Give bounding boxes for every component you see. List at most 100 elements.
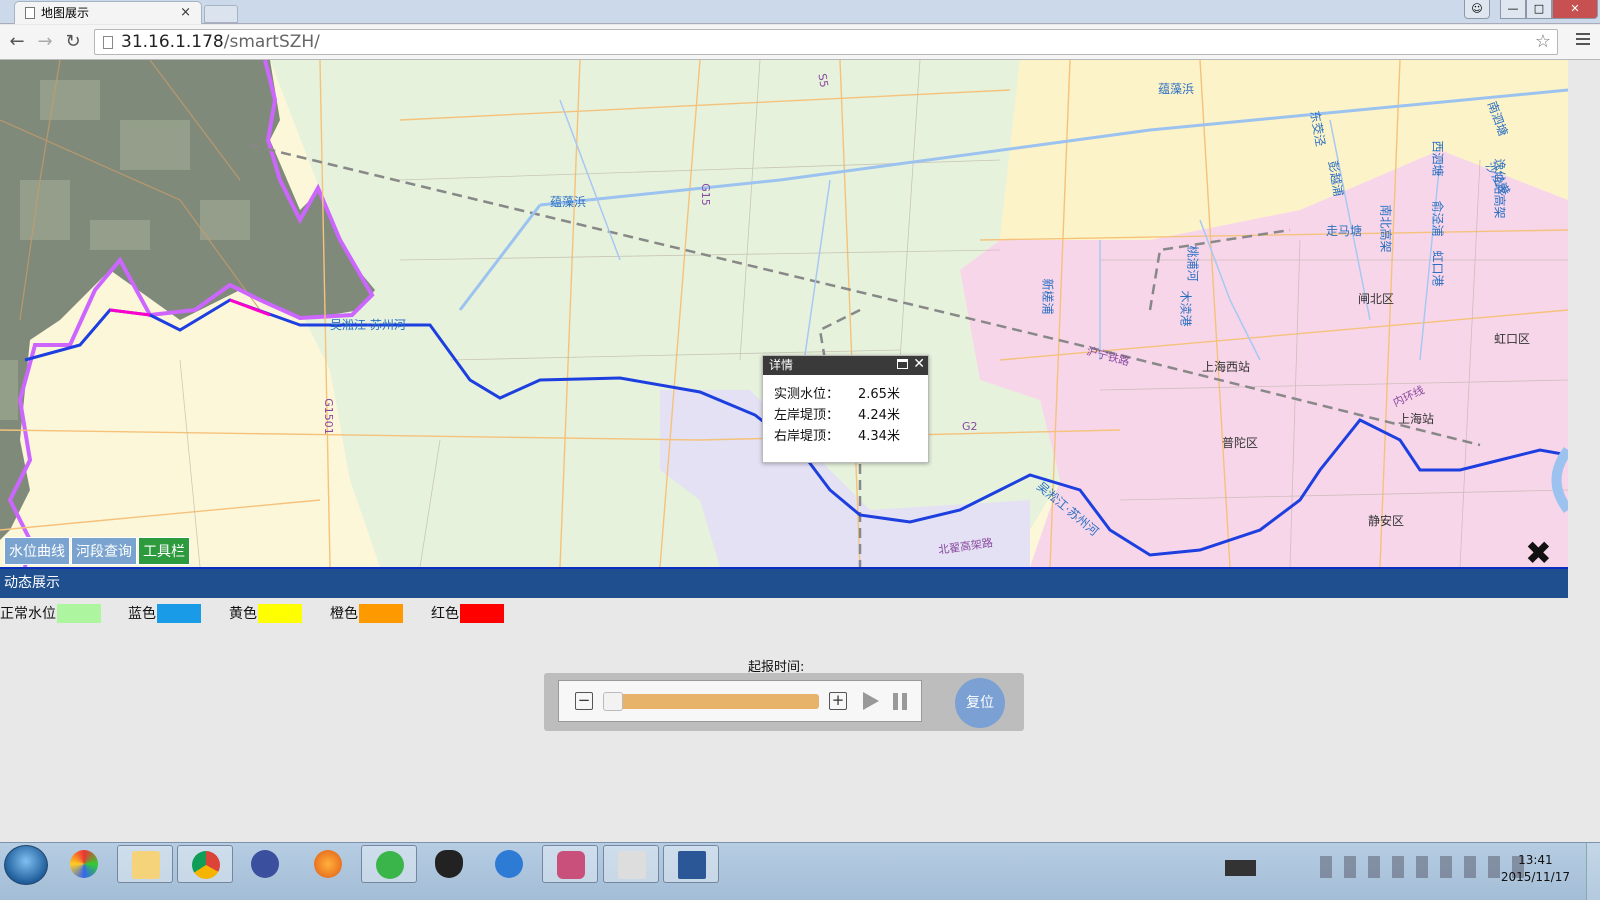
show-desktop-button[interactable]	[1586, 843, 1600, 900]
station-label: 上海站	[1398, 412, 1435, 426]
new-tab-button[interactable]	[204, 5, 238, 23]
panel-header: 动态展示	[0, 567, 1568, 598]
popup-row-left-bank: 左岸堤顶： 4.24米	[763, 405, 928, 426]
clock[interactable]: 13:41 2015/11/17	[1501, 852, 1570, 886]
river-label: 蕴藻浜	[1158, 82, 1195, 96]
minus-button[interactable]: −	[575, 692, 593, 710]
river-label: 吴淞江·苏州河	[330, 318, 406, 332]
legend-swatch	[359, 603, 403, 623]
system-tray: 13:41 2015/11/17	[1150, 848, 1600, 888]
plus-button[interactable]: +	[829, 692, 847, 710]
window-controls: ☺ — □ ✕	[1464, 0, 1598, 20]
firefox-icon[interactable]	[300, 845, 356, 883]
map-canvas	[0, 60, 1568, 567]
image-viewer-icon[interactable]	[603, 845, 659, 883]
tab-river-query[interactable]: 河段查询	[71, 537, 137, 565]
app-color-icon[interactable]	[56, 845, 112, 883]
river-label: 西泗塘	[1430, 140, 1445, 177]
district-label: 静安区	[1368, 514, 1405, 528]
popup-value: 2.65米	[858, 387, 900, 402]
minimize-button[interactable]: —	[1500, 0, 1526, 19]
legend-item: 蓝色	[128, 603, 201, 623]
url-host: 31.16.1.178	[121, 32, 224, 52]
address-bar[interactable]: 31.16.1.178/smartSZH/ ☆	[94, 29, 1558, 55]
legend-swatch	[258, 603, 302, 623]
legend-item: 橙色	[330, 603, 403, 623]
play-icon[interactable]	[863, 692, 879, 710]
page-icon	[103, 36, 113, 49]
back-icon[interactable]: ←	[6, 31, 28, 53]
river-label: 桃浦河	[1185, 245, 1200, 282]
tab-title: 地图展示	[41, 6, 90, 20]
legend-label: 蓝色	[128, 606, 156, 622]
word-icon[interactable]	[663, 845, 719, 883]
highway-label: G15	[698, 183, 712, 206]
sogou-icon[interactable]	[481, 845, 537, 883]
river-label: 走马塘	[1326, 224, 1363, 238]
clock-date: 2015/11/17	[1500, 870, 1570, 884]
reload-icon[interactable]: ↻	[62, 31, 84, 53]
forward-icon[interactable]: →	[34, 31, 56, 53]
start-button[interactable]	[4, 845, 48, 885]
user-icon[interactable]: ☺	[1464, 0, 1490, 19]
district-label: 虹口区	[1494, 332, 1531, 346]
highway-label: G2	[962, 420, 978, 433]
legend-label: 黄色	[229, 606, 257, 622]
tab-toolbar[interactable]: 工具栏	[138, 537, 190, 565]
qq-icon[interactable]	[421, 845, 477, 883]
browser-tab[interactable]: 地图展示 ×	[14, 1, 202, 24]
legend-label: 橙色	[330, 606, 358, 622]
tab-water-level-curve[interactable]: 水位曲线	[4, 537, 70, 565]
legend-label: 红色	[431, 606, 459, 622]
chrome-icon[interactable]	[177, 845, 233, 883]
time-player: − + 复位	[544, 673, 1024, 731]
infinity-app-icon[interactable]	[237, 845, 293, 883]
time-slider[interactable]	[603, 694, 819, 709]
highway-label: G1501	[321, 398, 335, 435]
map-view[interactable]: 闸北区 虹口区 普陀区 静安区 上海西站 上海站 蕴藻浜 蕴藻浜 吴淞江·苏州河…	[0, 60, 1568, 567]
bookmark-star-icon[interactable]: ☆	[1535, 30, 1551, 54]
popup-key: 左岸堤顶：	[774, 408, 840, 423]
player-controls: − +	[558, 680, 922, 722]
tab-close-icon[interactable]: ×	[180, 2, 191, 24]
close-window-button[interactable]: ✕	[1552, 0, 1598, 19]
clock-time: 13:41	[1518, 853, 1553, 867]
popup-key: 实测水位：	[774, 387, 840, 402]
panel-title: 动态展示	[4, 575, 60, 591]
page-icon	[25, 7, 35, 19]
district-label: 闸北区	[1358, 292, 1395, 306]
station-label: 上海西站	[1202, 360, 1251, 374]
browser-toolbar: ← → ↻ 31.16.1.178/smartSZH/ ☆	[0, 25, 1600, 60]
explorer-icon[interactable]	[117, 845, 173, 883]
browser-tabbar: 地图展示 × ☺ — □ ✕	[0, 0, 1600, 24]
legend-label: 正常水位	[0, 606, 56, 622]
reset-button[interactable]: 复位	[955, 678, 1005, 728]
signal-icon[interactable]	[1225, 860, 1269, 876]
detail-popup: 详情 ✕ 实测水位： 2.65米 左岸堤顶： 4.24米 右岸堤顶： 4.34米	[762, 355, 929, 463]
maximize-button[interactable]: □	[1526, 0, 1552, 19]
pause-icon[interactable]	[893, 693, 907, 710]
close-icon[interactable]: ✕	[913, 355, 925, 374]
ie-icon[interactable]	[361, 845, 417, 883]
popup-value: 4.24米	[858, 408, 900, 423]
legend-swatch	[157, 603, 201, 623]
river-label: 新槎浦	[1040, 278, 1055, 315]
legend-item: 黄色	[229, 603, 302, 623]
maximize-icon[interactable]	[897, 359, 908, 369]
river-label: 俞泾浦	[1430, 200, 1445, 237]
database-icon[interactable]	[542, 845, 598, 883]
river-label: 虹口港	[1430, 250, 1445, 287]
legend-swatch	[460, 603, 504, 623]
screen: 地图展示 × ☺ — □ ✕ ← → ↻ 31.16.1.178/smartSZ…	[0, 0, 1600, 900]
close-panel-icon[interactable]: ✖	[1525, 537, 1552, 567]
road-label: 南北高架	[1378, 204, 1393, 253]
slider-handle[interactable]	[603, 692, 623, 711]
legend-item: 红色	[431, 603, 504, 623]
legend-swatch	[57, 603, 101, 623]
road-label: 逸仙路高架	[1492, 158, 1507, 219]
chrome-menu-icon[interactable]	[1576, 33, 1590, 49]
windows-taskbar: 13:41 2015/11/17	[0, 842, 1600, 900]
popup-key: 右岸堤顶：	[774, 429, 840, 444]
dynamic-display-panel: 正常水位 蓝色 黄色 橙色 红色 起报时间: − + 复位	[0, 598, 1568, 842]
tray-icons[interactable]	[1320, 856, 1530, 878]
